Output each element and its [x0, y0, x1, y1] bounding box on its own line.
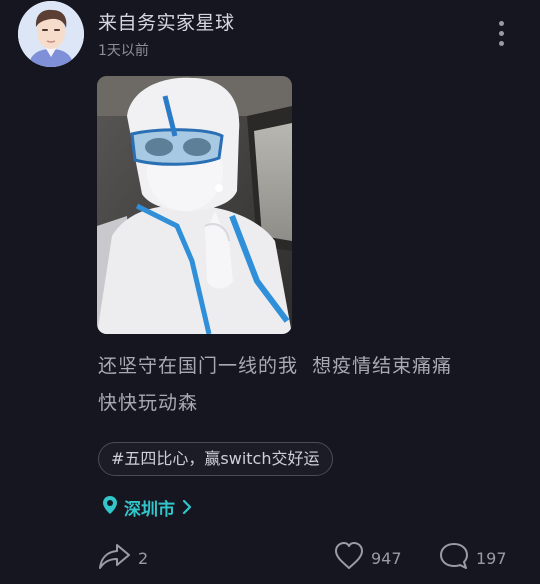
topic-tag[interactable]: #五四比心，赢switch交好运: [98, 442, 333, 476]
comment-button[interactable]: 197: [438, 540, 507, 576]
comment-count: 197: [476, 548, 507, 568]
post-text-line: 快快玩动森: [98, 392, 199, 414]
chevron-right-icon: [179, 497, 195, 517]
location-label: 深圳市: [124, 499, 175, 520]
share-count: 2: [138, 548, 149, 568]
share-button[interactable]: 2: [98, 540, 148, 576]
like-count: 947: [371, 548, 402, 568]
post-text: 还坚守在国门一线的我 想疫情结束痛痛 快快玩动森: [98, 348, 518, 422]
avatar[interactable]: [18, 1, 84, 67]
like-button[interactable]: 947: [333, 540, 402, 576]
share-arrow-icon: [98, 540, 132, 576]
location-pin-icon: [102, 495, 118, 519]
post-photo[interactable]: [97, 76, 292, 334]
comment-bubble-icon: [438, 541, 470, 575]
author-name[interactable]: 来自务实家星球: [98, 8, 235, 35]
heart-icon: [333, 541, 365, 575]
location-link[interactable]: 深圳市: [102, 495, 195, 520]
post-text-line: 还坚守在国门一线的我 想疫情结束痛痛: [98, 355, 453, 377]
more-options-button[interactable]: [492, 18, 512, 50]
post-time: 1天以前: [98, 43, 149, 59]
